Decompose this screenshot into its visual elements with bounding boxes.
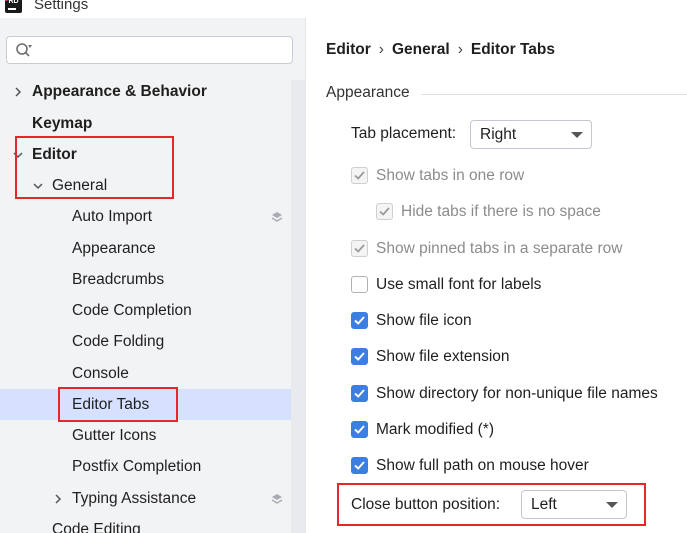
checkbox-label: Hide tabs if there is no space [401,203,601,220]
chevron-right-icon [55,494,62,504]
rider-app-icon: RD [5,0,22,13]
checkbox-label: Show tabs in one row [376,167,525,184]
sidebar-item-label: Typing Assistance [72,490,197,507]
checkbox-checked-icon [351,457,368,474]
checkbox-checked-icon [351,167,368,184]
checkbox-checked-icon [351,385,368,402]
settings-sidebar: Appearance & Behavior Keymap Editor Gene… [0,18,305,533]
breadcrumb: Editor › General › Editor Tabs [326,41,555,59]
tab-placement-value: Right [480,126,517,143]
sidebar-item-label: Code Editing [52,521,141,533]
window-title: Settings [34,0,89,13]
checkbox-checked-icon [351,312,368,329]
sidebar-item-appearance[interactable]: Appearance [0,233,305,264]
sidebar-item-label: Gutter Icons [72,427,157,444]
layers-icon [271,494,283,504]
settings-content: Editor › General › Editor Tabs Appearance Ta… [306,18,687,533]
tab-placement-select[interactable]: Right [470,120,592,149]
sidebar-item-code-editing[interactable]: Code Editing [0,514,305,533]
chevron-right-icon [15,87,22,97]
breadcrumb-separator: › [378,41,384,58]
checkbox-checked-icon [351,421,368,438]
sidebar-item-label: Code Folding [72,333,165,350]
checkbox-label: Show file icon [376,312,472,329]
sidebar-item-appearance-behavior[interactable]: Appearance & Behavior [0,76,305,107]
sidebar-item-label: Appearance [72,240,156,257]
sidebar-item-label: Code Completion [72,302,192,319]
sidebar-item-label: Postfix Completion [72,458,202,475]
checkbox-label: Show directory for non-unique file names [376,385,658,402]
checkbox-label: Show full path on mouse hover [376,457,589,474]
sidebar-item-label: Appearance & Behavior [32,83,207,100]
sidebar-item-auto-import[interactable]: Auto Import [0,201,305,232]
dropdown-arrow-icon [571,132,583,138]
search-input[interactable] [6,36,293,64]
sidebar-item-breadcrumbs[interactable]: Breadcrumbs [0,264,305,295]
sidebar-item-code-completion[interactable]: Code Completion [0,295,305,326]
sidebar-item-typing-assistance[interactable]: Typing Assistance [0,483,305,514]
sidebar-item-gutter-icons[interactable]: Gutter Icons [0,420,305,451]
tab-placement-label: Tab placement: [351,125,457,142]
sidebar-item-label: Auto Import [72,208,153,225]
section-divider [421,94,687,95]
highlight-box-editor-tabs [58,387,178,422]
checkbox-checked-icon [376,203,393,220]
highlight-box-close-button [337,483,646,526]
sidebar-item-console[interactable]: Console [0,358,305,389]
sidebar-item-keymap[interactable]: Keymap [0,108,305,139]
breadcrumb-item[interactable]: Editor [326,41,371,58]
checkbox-label: Show pinned tabs in a separate row [376,240,623,257]
checkbox-checked-icon [351,240,368,257]
breadcrumb-separator: › [457,41,463,58]
checkbox-checked-icon [351,348,368,365]
sidebar-item-postfix-completion[interactable]: Postfix Completion [0,451,305,482]
breadcrumb-item[interactable]: General [392,41,450,58]
checkbox-unchecked-icon [351,276,368,293]
section-title-appearance: Appearance [326,84,410,101]
title-bar: RD Settings [0,0,687,18]
sidebar-scrollbar[interactable] [291,80,305,533]
sidebar-item-code-folding[interactable]: Code Folding [0,326,305,357]
checkbox-label: Use small font for labels [376,276,542,293]
checkbox-label: Show file extension [376,348,510,365]
sidebar-item-label: Breadcrumbs [72,271,165,288]
sidebar-item-label: Keymap [32,115,93,132]
checkbox-label: Mark modified (*) [376,421,494,438]
highlight-box-editor-general [15,136,174,199]
layers-icon [271,212,283,222]
search-icon [16,43,32,57]
sidebar-item-label: Console [72,365,129,382]
breadcrumb-item: Editor Tabs [470,41,555,58]
